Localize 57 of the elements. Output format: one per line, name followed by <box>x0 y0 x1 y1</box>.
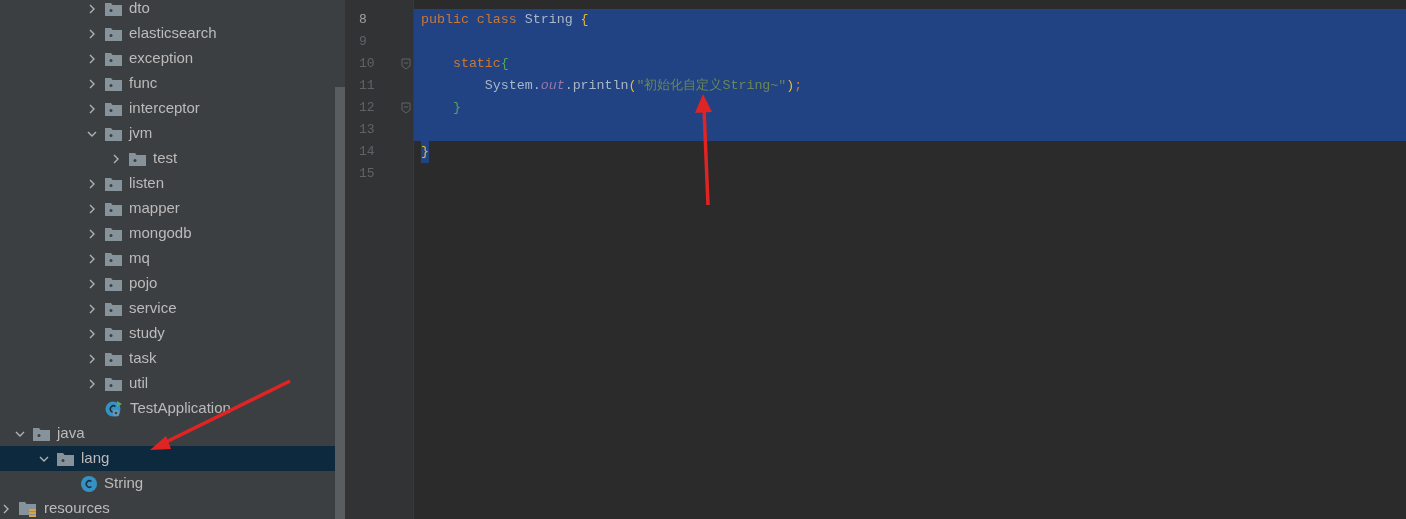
class-icon <box>81 475 97 492</box>
code-token: String <box>524 11 574 29</box>
folder-icon <box>105 351 122 366</box>
tree-item[interactable]: util <box>0 371 335 396</box>
code-token: ( <box>628 77 637 95</box>
folder-icon <box>105 226 122 241</box>
folder-icon <box>105 376 122 391</box>
tree-item[interactable]: jvm <box>0 121 335 146</box>
folder-icon <box>105 201 122 216</box>
folder-icon <box>105 26 122 41</box>
tree-item[interactable]: func <box>0 71 335 96</box>
line-number: 8 <box>359 11 367 30</box>
code-token: public class <box>421 11 518 29</box>
folder-icon <box>105 251 122 266</box>
tree-item[interactable]: mq <box>0 246 335 271</box>
tree-item[interactable]: task <box>0 346 335 371</box>
application-icon <box>105 399 123 418</box>
code-token: "初始化自定义String~" <box>636 77 787 95</box>
folder-icon <box>33 426 50 441</box>
folder-icon <box>105 76 122 91</box>
tree-item[interactable]: String <box>0 471 335 496</box>
code-token: { <box>580 11 589 29</box>
code-token: { <box>500 55 509 73</box>
code-token: ; <box>794 77 803 95</box>
code-token: out <box>540 77 565 95</box>
tree-item[interactable]: test <box>0 146 335 171</box>
tree-item[interactable]: pojo <box>0 271 335 296</box>
resources-folder-icon <box>19 500 37 517</box>
code-token: .println <box>564 77 629 95</box>
code-token: } <box>421 141 429 163</box>
tree-item[interactable]: exception <box>0 46 335 71</box>
folder-icon <box>129 151 146 166</box>
tree-item[interactable]: listen <box>0 171 335 196</box>
code-token: static <box>451 55 501 73</box>
tree-item[interactable]: dto <box>0 0 335 21</box>
folder-icon <box>105 126 122 141</box>
folder-icon <box>105 101 122 116</box>
tree-item[interactable]: resources <box>0 496 335 519</box>
tree-item[interactable]: java <box>0 421 335 446</box>
tree-item[interactable]: interceptor <box>0 96 335 121</box>
folder-icon <box>105 176 122 191</box>
tree-item[interactable]: mapper <box>0 196 335 221</box>
folder-icon <box>57 451 74 466</box>
scrollbar-thumb[interactable] <box>335 87 345 519</box>
tree-item[interactable]: mongodb <box>0 221 335 246</box>
code-token: } <box>451 99 461 117</box>
folder-icon <box>105 51 122 66</box>
code-token: ) <box>786 77 795 95</box>
tree-item[interactable]: study <box>0 321 335 346</box>
folder-icon <box>105 326 122 341</box>
tree-item[interactable]: lang <box>0 446 335 471</box>
tree-item[interactable]: TestApplication <box>0 396 335 421</box>
tree-item[interactable]: elasticsearch <box>0 21 335 46</box>
code-token: System. <box>483 77 541 95</box>
folder-icon <box>105 301 122 316</box>
folder-icon <box>105 276 122 291</box>
tree-item[interactable]: service <box>0 296 335 321</box>
